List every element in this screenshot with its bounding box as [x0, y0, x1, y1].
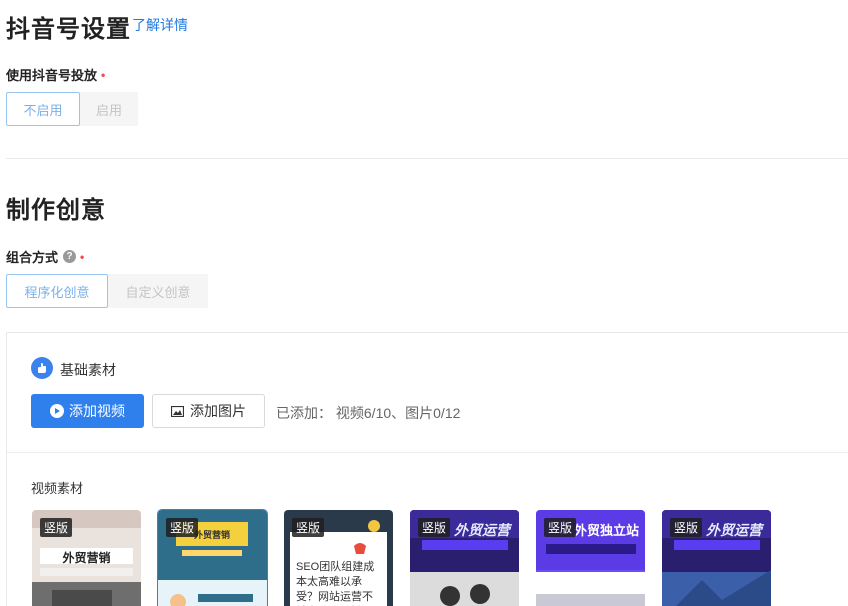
option-enable[interactable]: 启用 [80, 92, 138, 126]
vertical-badge: 竖版 [544, 518, 577, 537]
learn-more-link[interactable]: 了解详情 [132, 15, 188, 35]
use-douyin-label-text: 使用抖音号投放 [6, 68, 98, 83]
combo-label: 组合方式 ? • [6, 247, 84, 266]
add-image-label: 添加图片 [190, 403, 246, 419]
creative-heading: 制作创意 [6, 197, 106, 224]
vertical-badge: 竖版 [292, 518, 325, 537]
option-custom[interactable]: 自定义创意 [108, 274, 208, 308]
vertical-badge: 竖版 [418, 518, 451, 537]
thumbnail-caption: 外贸独立站 [574, 523, 640, 538]
panel-divider [7, 452, 848, 453]
video-thumbnail[interactable]: 竖版 外贸营销 [157, 509, 268, 606]
vertical-badge: 竖版 [40, 518, 73, 537]
video-thumbnail[interactable]: 竖版 外贸营销 [32, 510, 141, 606]
video-materials-title: 视频素材 [31, 481, 84, 496]
vertical-badge: 竖版 [670, 518, 703, 537]
video-thumbnail[interactable]: 竖版 外贸独立站 [536, 510, 645, 606]
thumbnail-caption: SEO团队组建成本太高难以承受？网站运营不够专业，关键词排不上？ [296, 561, 375, 603]
video-thumbnail[interactable]: 竖版 外贸运营 [410, 510, 519, 606]
option-disable[interactable]: 不启用 [6, 92, 80, 126]
hand-icon [31, 357, 53, 379]
combo-label-text: 组合方式 [6, 250, 59, 265]
required-mark: • [80, 249, 85, 264]
required-mark: • [101, 67, 106, 82]
add-video-button[interactable]: 添加视频 [31, 394, 144, 428]
section-divider [6, 158, 848, 159]
add-video-label: 添加视频 [69, 403, 125, 419]
use-douyin-label: 使用抖音号投放 • [6, 65, 105, 84]
thumbnail-caption: 外贸运营 [706, 522, 762, 538]
image-icon [171, 405, 184, 417]
thumbnail-caption: 外贸运营 [454, 522, 510, 538]
help-icon[interactable]: ? [63, 250, 77, 263]
basic-materials-title: 基础素材 [60, 362, 116, 378]
video-thumbnail[interactable]: 竖版 外贸运营 [662, 510, 771, 606]
option-programmatic[interactable]: 程序化创意 [6, 274, 108, 308]
added-status: 已添加： 视频6/10、图片0/12 [276, 405, 461, 421]
combo-toggle-group: 程序化创意 自定义创意 [6, 274, 208, 308]
douyin-settings-heading: 抖音号设置 [6, 16, 131, 43]
vertical-badge: 竖版 [166, 518, 199, 537]
video-thumbnail[interactable]: 竖版 SEO团队组建成本太高难以承受？网站运营不够专业，关键词排不上？ [284, 510, 393, 606]
add-image-button[interactable]: 添加图片 [152, 394, 265, 428]
thumbnail-caption: 外贸营销 [62, 551, 111, 565]
douyin-toggle-group: 不启用 启用 [6, 92, 138, 126]
play-icon [50, 404, 64, 418]
